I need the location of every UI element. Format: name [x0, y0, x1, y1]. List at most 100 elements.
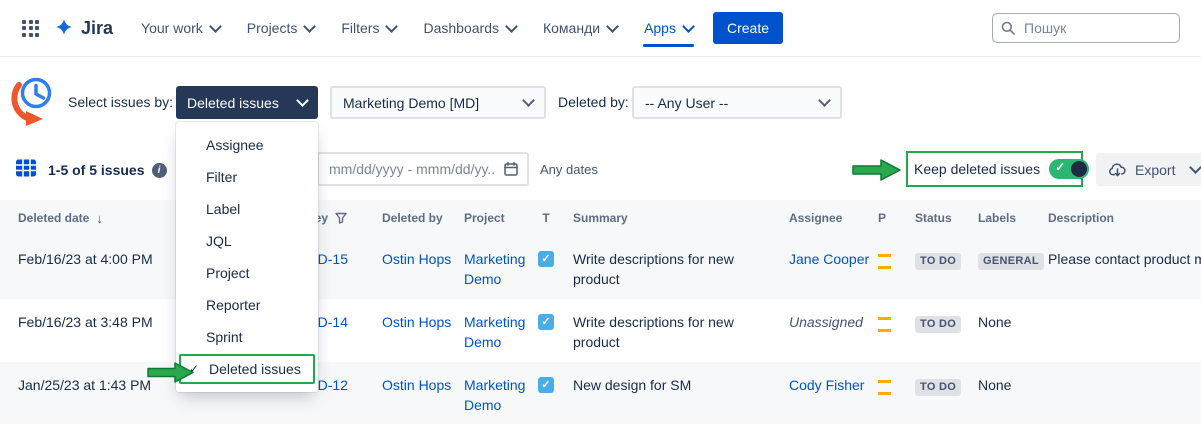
column-label: Labels	[978, 211, 1016, 225]
column-header-type: T	[532, 211, 560, 225]
info-icon[interactable]: i	[152, 163, 167, 178]
chevron-down-icon	[818, 94, 831, 107]
assignee-unassigned: Unassigned	[789, 314, 863, 330]
column-label: Assignee	[789, 211, 842, 225]
assignee-link[interactable]: Cody Fisher	[789, 377, 864, 393]
column-label: Summary	[573, 211, 628, 225]
issue-source-dropdown[interactable]: Deleted issues	[176, 86, 318, 119]
menu-item-filter[interactable]: Filter	[176, 161, 318, 193]
jira-logo-icon	[53, 18, 75, 38]
cloud-download-icon	[1108, 162, 1127, 177]
priority-medium-icon	[878, 380, 891, 395]
priority-medium-icon	[878, 254, 891, 269]
check-icon: ✓	[189, 362, 202, 376]
deleted-by-link[interactable]: Ostin Hops	[382, 377, 451, 393]
chevron-down-icon	[505, 20, 518, 33]
project-link[interactable]: Marketing Demo	[464, 251, 525, 287]
status-badge: TO DO	[915, 253, 961, 270]
column-label: Status	[915, 211, 952, 225]
date-range-input[interactable]	[327, 160, 497, 178]
description-cell	[1035, 299, 1201, 362]
search-box	[992, 13, 1180, 43]
chevron-down-icon	[303, 20, 316, 33]
description-cell: Please contact product m	[1035, 236, 1201, 299]
jira-logo[interactable]: Jira	[53, 18, 113, 39]
menu-item-project[interactable]: Project	[176, 257, 318, 289]
check-icon: ✓	[1055, 160, 1065, 174]
deleted-by-link[interactable]: Ostin Hops	[382, 251, 451, 267]
menu-item-label: JQL	[206, 233, 232, 249]
column-header-labels: Labels	[965, 211, 1035, 225]
assignee-link[interactable]: Jane Cooper	[789, 251, 869, 267]
menu-item-label: Label	[206, 201, 240, 217]
column-header-priority: P	[865, 211, 902, 225]
task-type-icon: ✓	[538, 314, 554, 330]
results-count: 1-5 of 5 issues i	[48, 162, 167, 178]
select-by-dropdown-menu: Assignee Filter Label JQL Project Report…	[176, 122, 318, 392]
nav-your-work[interactable]: Your work	[141, 0, 220, 56]
project-link[interactable]: Marketing Demo	[464, 314, 525, 350]
toggle-knob	[1071, 161, 1087, 177]
issues-table-icon	[15, 157, 37, 184]
any-dates-hint: Any dates	[540, 162, 598, 177]
summary-cell: Write descriptions for new product	[560, 236, 777, 299]
column-header-project: Project	[452, 211, 532, 225]
chevron-down-icon	[522, 94, 535, 107]
menu-item-sprint[interactable]: Sprint	[176, 321, 318, 353]
column-header-deleted-by: Deleted by	[370, 211, 452, 225]
deleted-by-dropdown[interactable]: -- Any User --	[632, 86, 842, 119]
jira-deleted-issues-page: Jira Your work Projects Filters Dashboar…	[0, 0, 1201, 424]
export-label: Export	[1135, 162, 1175, 178]
app-switcher-icon[interactable]	[22, 20, 39, 37]
menu-item-label: Assignee	[206, 137, 264, 153]
issue-source-value: Deleted issues	[187, 95, 279, 111]
description-cell	[1035, 362, 1201, 424]
filter-funnel-icon[interactable]	[335, 212, 347, 224]
task-type-icon: ✓	[538, 377, 554, 393]
column-header-status: Status	[902, 211, 965, 225]
restore-history-icon	[6, 72, 60, 133]
nav-label: Apps	[644, 20, 676, 36]
sort-desc-icon: ↓	[96, 211, 103, 226]
nav-projects[interactable]: Projects	[247, 0, 315, 56]
nav-label: Команди	[543, 20, 600, 36]
menu-item-label: Sprint	[206, 329, 243, 345]
menu-item-label[interactable]: Label	[176, 193, 318, 225]
select-issues-by-label: Select issues by:	[68, 94, 173, 110]
menu-item-jql[interactable]: JQL	[176, 225, 318, 257]
create-button[interactable]: Create	[713, 12, 783, 44]
menu-item-assignee[interactable]: Assignee	[176, 129, 318, 161]
menu-item-label: Project	[206, 265, 250, 281]
search-icon	[1001, 21, 1015, 35]
chevron-down-icon	[682, 20, 695, 33]
nav-filters[interactable]: Filters	[341, 0, 396, 56]
project-dropdown-value: Marketing Demo [MD]	[343, 95, 479, 111]
annotation-arrow-toggle	[852, 158, 902, 187]
export-button[interactable]: Export	[1096, 153, 1201, 186]
nav-label: Dashboards	[423, 20, 499, 36]
search-input[interactable]	[1022, 19, 1171, 37]
status-badge: TO DO	[915, 316, 961, 333]
deleted-by-link[interactable]: Ostin Hops	[382, 314, 451, 330]
nav-dashboards[interactable]: Dashboards	[423, 0, 516, 56]
task-type-icon: ✓	[538, 251, 554, 267]
nav-teams[interactable]: Команди	[543, 0, 617, 56]
menu-item-label: Filter	[206, 169, 237, 185]
chevron-down-icon	[209, 20, 222, 33]
top-navigation-bar: Jira Your work Projects Filters Dashboar…	[0, 0, 1201, 57]
column-label: Deleted by	[382, 211, 443, 225]
annotation-box-keep-deleted: Keep deleted issues ✓	[906, 151, 1083, 187]
project-dropdown[interactable]: Marketing Demo [MD]	[330, 86, 546, 119]
menu-item-reporter[interactable]: Reporter	[176, 289, 318, 321]
nav-label: Your work	[141, 20, 203, 36]
nav-apps[interactable]: Apps	[644, 0, 693, 56]
menu-item-label: Deleted issues	[209, 361, 301, 377]
calendar-icon[interactable]	[503, 161, 519, 177]
keep-deleted-toggle[interactable]: ✓	[1049, 159, 1089, 179]
project-link[interactable]: Marketing Demo	[464, 377, 525, 413]
date-range-field	[317, 152, 529, 186]
summary-cell: Write descriptions for new product	[560, 299, 777, 362]
chevron-down-icon	[1190, 161, 1201, 174]
keep-deleted-label: Keep deleted issues	[914, 161, 1040, 177]
menu-item-deleted-issues[interactable]: ✓ Deleted issues	[179, 354, 315, 384]
